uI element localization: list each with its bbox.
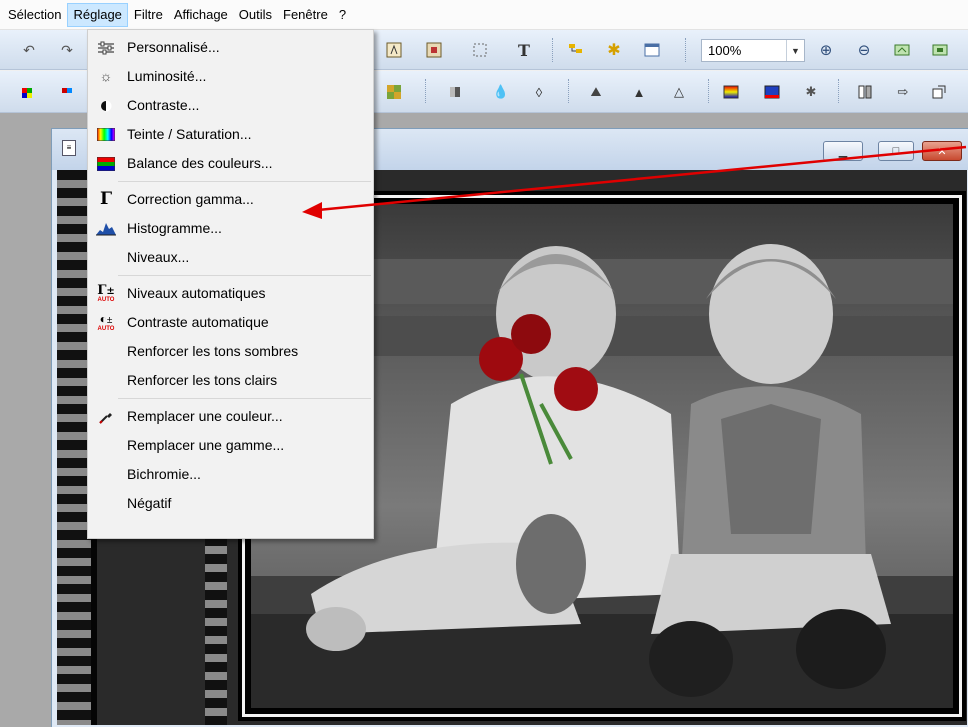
hue-gradient-icon <box>96 126 116 143</box>
menu-item-label: Négatif <box>127 495 172 511</box>
contrast-icon <box>96 97 116 114</box>
menu-item-label: Contraste automatique <box>127 314 269 330</box>
menu-item-tons-clairs[interactable]: Renforcer les tons clairs <box>88 366 373 395</box>
undo-icon[interactable]: ↶ <box>20 41 38 59</box>
color-balance-icon <box>96 155 116 172</box>
auto-levels-icon: Γ± AUTO <box>97 283 115 303</box>
marquee-icon[interactable] <box>471 41 489 59</box>
menu-item-contraste-automatique[interactable]: ◐± AUTO Contraste automatique <box>88 308 373 337</box>
menu-item-histogramme[interactable]: Histogramme... <box>88 214 373 243</box>
window-icon[interactable] <box>643 41 661 59</box>
menu-item-label: Renforcer les tons sombres <box>127 343 299 359</box>
actual-size-icon[interactable] <box>931 41 949 59</box>
menu-fenetre[interactable]: Fenêtre <box>278 3 333 27</box>
menu-item-label: Luminosité... <box>127 68 207 84</box>
menu-item-contraste[interactable]: Contraste... <box>88 91 373 120</box>
zoom-value: 100% <box>708 43 742 58</box>
zoom-select[interactable]: 100% ▼ <box>701 39 805 62</box>
blue-block-icon[interactable] <box>763 83 781 101</box>
person-icon[interactable]: ✱ <box>802 83 820 101</box>
menu-item-tons-sombres[interactable]: Renforcer les tons sombres <box>88 337 373 366</box>
grid-color-icon[interactable] <box>385 83 403 101</box>
tree-icon[interactable] <box>567 41 585 59</box>
menu-item-label: Contraste... <box>127 97 200 113</box>
gray-block-icon[interactable] <box>446 83 464 101</box>
color-swatch-2-icon[interactable] <box>60 83 78 101</box>
triangle-icon[interactable]: ▲ <box>630 83 648 101</box>
minimize-button[interactable]: ▁ <box>823 141 863 161</box>
menu-item-remplacer-gamme[interactable]: Remplacer une gamme... <box>88 431 373 460</box>
menu-item-label: Balance des couleurs... <box>127 155 273 171</box>
menu-separator <box>118 181 371 182</box>
figure-crop-icon[interactable] <box>425 41 443 59</box>
drop-icon[interactable]: 💧 <box>492 83 510 101</box>
zoom-in-icon[interactable]: ⊕ <box>817 41 835 59</box>
menu-item-label: Teinte / Saturation... <box>127 126 252 142</box>
menu-item-niveaux-automatiques[interactable]: Γ± AUTO Niveaux automatiques <box>88 279 373 308</box>
menu-reglage[interactable]: Réglage <box>67 2 128 27</box>
eyedropper-icon <box>96 408 116 425</box>
menu-bar: Sélection Réglage Filtre Affichage Outil… <box>0 0 968 30</box>
menu-item-label: Niveaux automatiques <box>127 285 266 301</box>
menu-selection[interactable]: Sélection <box>3 3 66 27</box>
gamma-icon: Γ <box>99 189 113 209</box>
menu-item-negatif[interactable]: Négatif <box>88 489 373 518</box>
mountain-icon[interactable]: ⛰ <box>587 83 605 101</box>
menu-item-label: Remplacer une couleur... <box>127 408 283 424</box>
menu-item-label: Bichromie... <box>127 466 201 482</box>
puzzle-icon[interactable]: ✱ <box>605 41 623 59</box>
menu-item-personnalise[interactable]: Personnalisé... <box>88 33 373 62</box>
sun-icon: ☼ <box>99 68 113 84</box>
menu-item-label: Renforcer les tons clairs <box>127 372 278 388</box>
menu-affichage[interactable]: Affichage <box>169 3 233 27</box>
rose-2 <box>511 314 551 354</box>
figure-select-icon[interactable] <box>385 41 403 59</box>
resize-icon[interactable] <box>930 83 948 101</box>
menu-item-teinte-saturation[interactable]: Teinte / Saturation... <box>88 120 373 149</box>
rose-3 <box>554 367 598 411</box>
menu-item-label: Personnalisé... <box>127 39 220 55</box>
menu-item-niveaux[interactable]: Niveaux... <box>88 243 373 272</box>
menu-item-correction-gamma[interactable]: Γ Correction gamma... <box>88 185 373 214</box>
menu-separator <box>118 398 371 399</box>
menu-item-luminosite[interactable]: ☼ Luminosité... <box>88 62 373 91</box>
menu-outils[interactable]: Outils <box>234 3 277 27</box>
histogram-icon <box>96 220 116 237</box>
rotate-icon[interactable]: ⇨ <box>894 83 912 101</box>
menu-item-label: Remplacer une gamme... <box>127 437 285 453</box>
redo-icon[interactable]: ↷ <box>58 41 76 59</box>
close-button[interactable]: ✕ <box>922 141 962 161</box>
menu-item-label: Niveaux... <box>127 249 190 265</box>
fit-window-icon[interactable] <box>893 41 911 59</box>
chevron-down-icon[interactable]: ▼ <box>786 40 804 61</box>
menu-item-bichromie[interactable]: Bichromie... <box>88 460 373 489</box>
mirror-icon[interactable] <box>856 83 874 101</box>
rainbow-block-icon[interactable] <box>722 83 740 101</box>
triangle-outline-icon[interactable]: △ <box>670 83 688 101</box>
menu-item-label: Histogramme... <box>127 220 222 236</box>
menu-help[interactable]: ? <box>334 3 351 27</box>
menu-item-balance-couleurs[interactable]: Balance des couleurs... <box>88 149 373 178</box>
sliders-icon <box>96 39 116 56</box>
menu-filtre[interactable]: Filtre <box>129 3 168 27</box>
menu-separator <box>118 275 371 276</box>
text-tool-icon[interactable]: T <box>515 41 533 60</box>
menu-item-label: Correction gamma... <box>127 191 254 207</box>
maximize-button[interactable]: □ <box>878 141 914 161</box>
reglage-dropdown-menu: Personnalisé... ☼ Luminosité... Contrast… <box>87 29 374 539</box>
zoom-out-icon[interactable]: ⊖ <box>855 41 873 59</box>
auto-contrast-icon: ◐± AUTO <box>97 312 115 332</box>
drop-outline-icon[interactable]: ◊ <box>530 83 548 101</box>
color-swatch-icon[interactable] <box>20 83 38 101</box>
document-icon: ≡ <box>62 140 76 156</box>
menu-item-remplacer-couleur[interactable]: Remplacer une couleur... <box>88 402 373 431</box>
